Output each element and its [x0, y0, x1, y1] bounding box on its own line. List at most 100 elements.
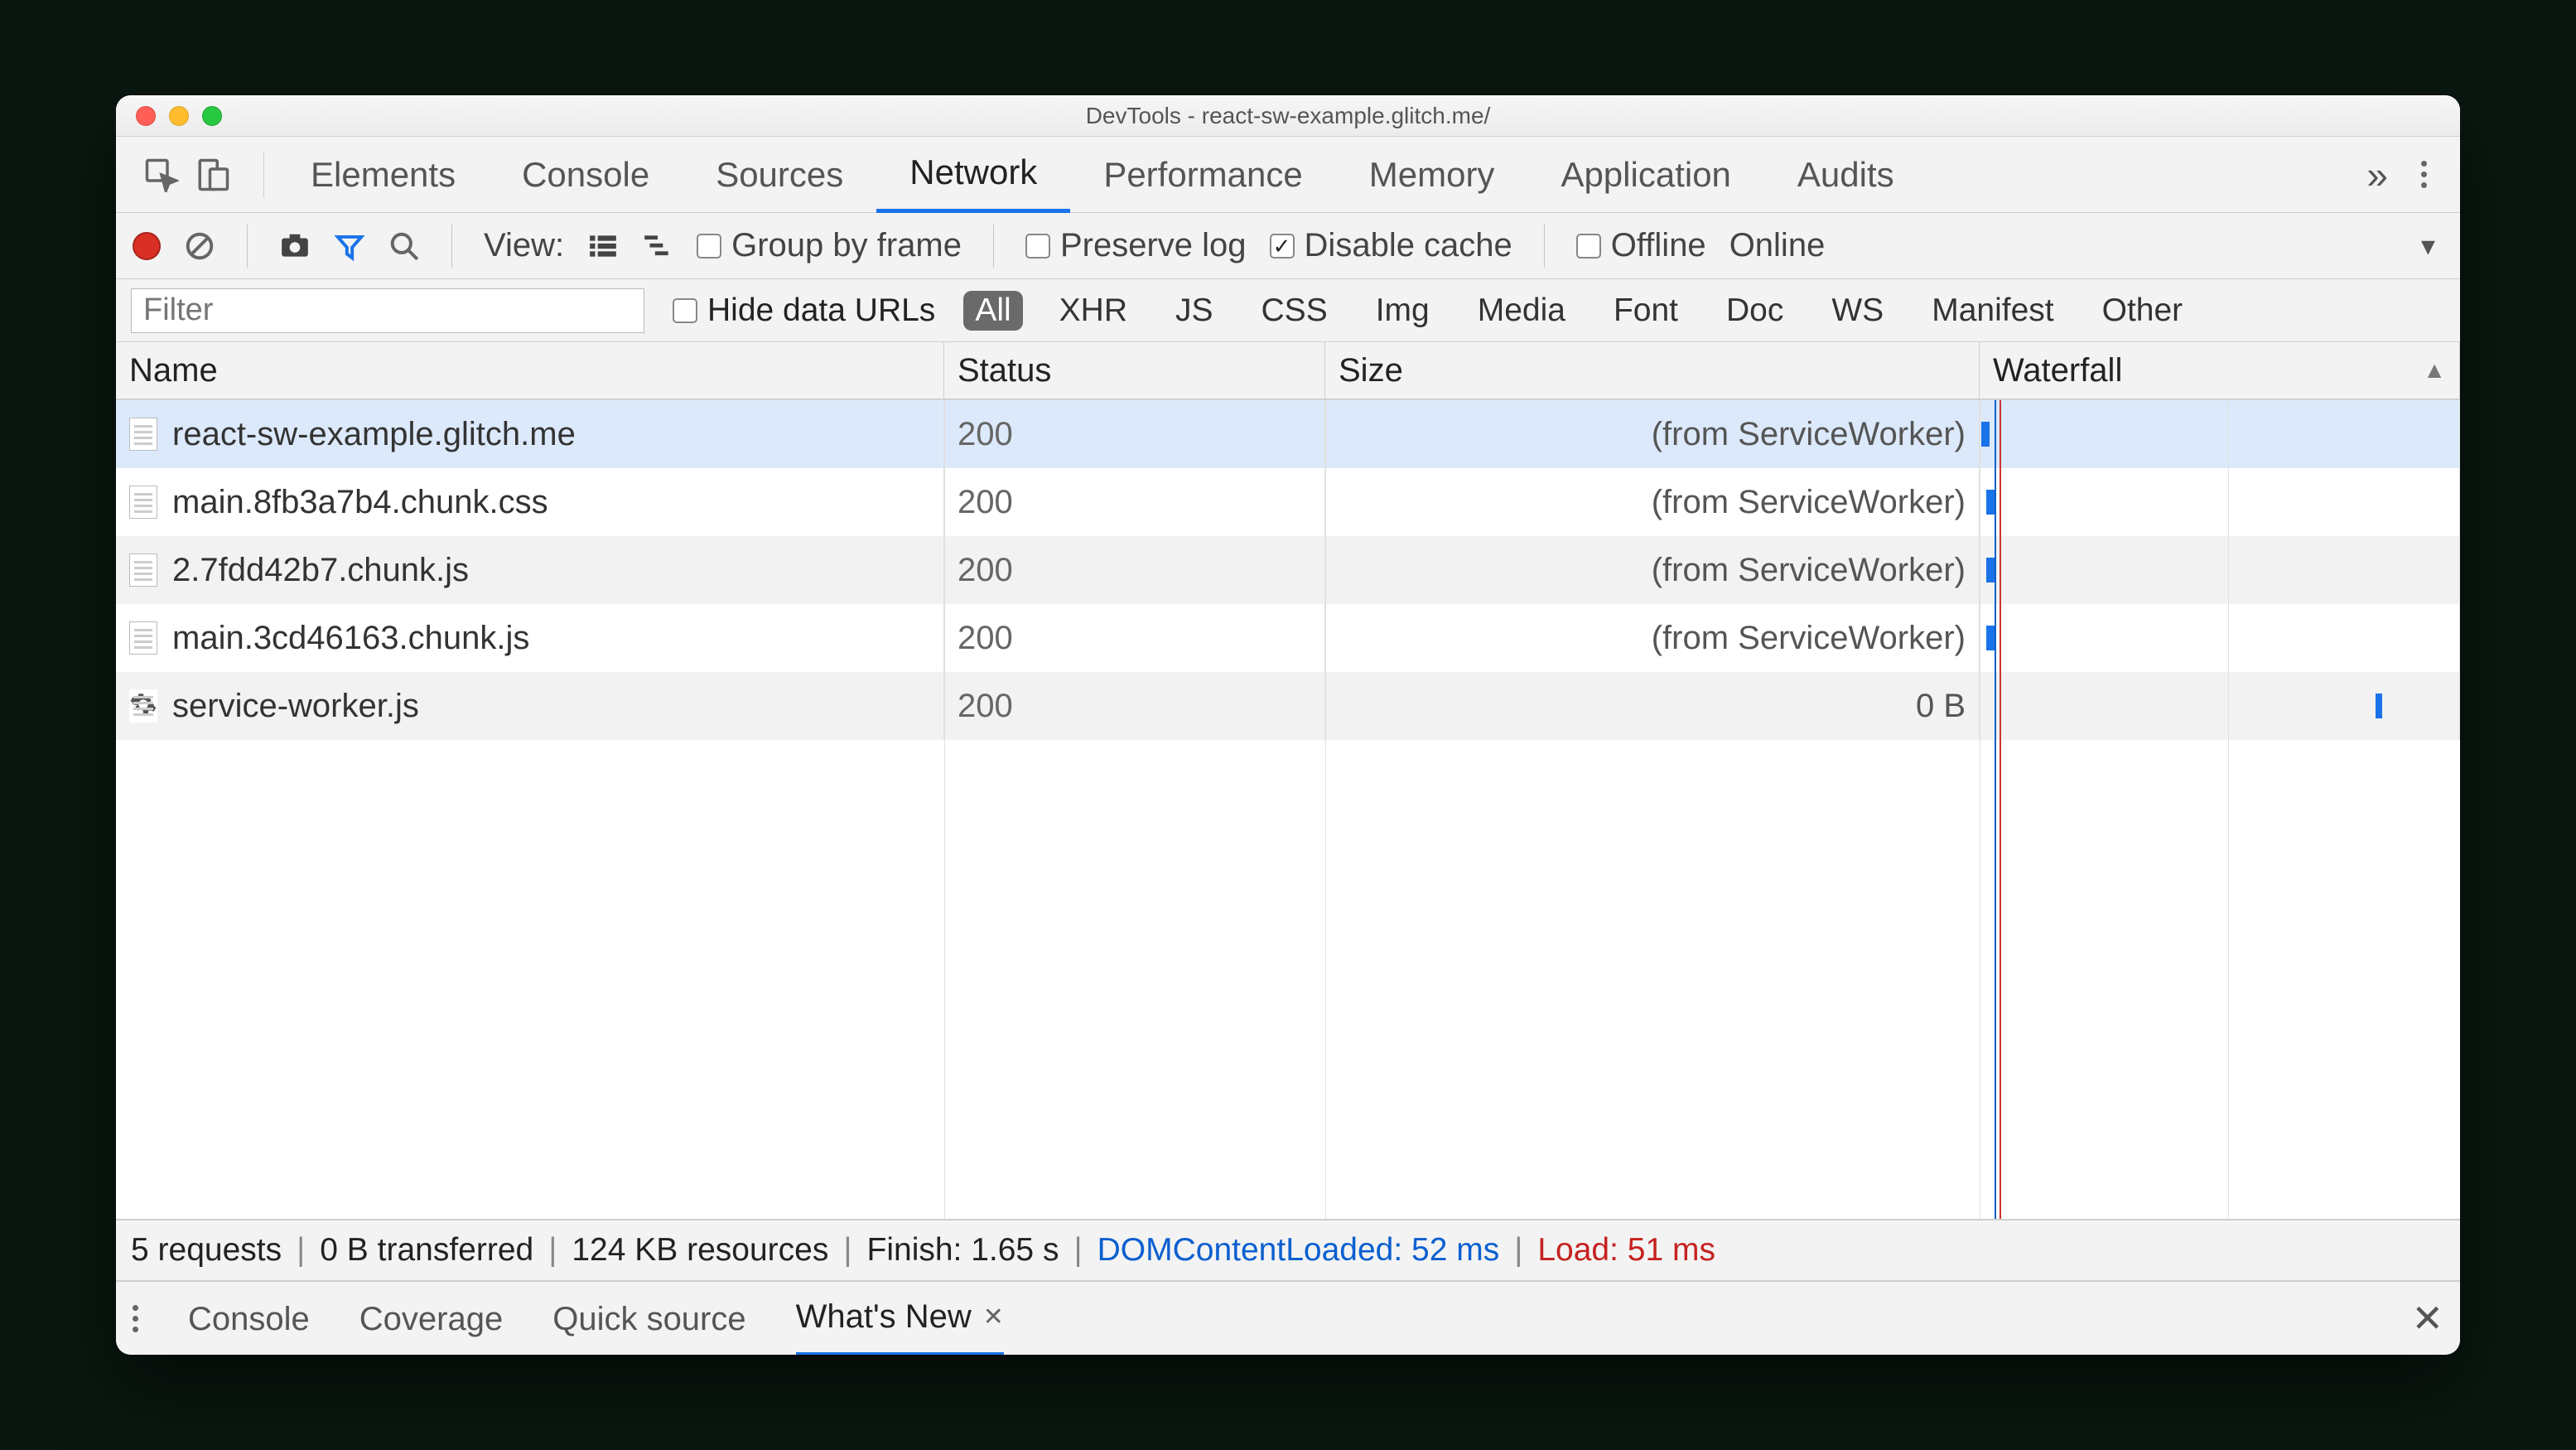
filter-type-font[interactable]: Font	[1602, 291, 1690, 331]
record-button[interactable]	[133, 232, 161, 260]
table-row[interactable]: main.3cd46163.chunk.js 200(from ServiceWo…	[116, 604, 2460, 672]
preserve-log-checkbox[interactable]: Preserve log	[1025, 227, 1247, 264]
request-waterfall	[1980, 468, 2460, 536]
inspect-element-icon[interactable]	[144, 157, 179, 192]
preserve-log-label: Preserve log	[1060, 227, 1247, 264]
offline-checkbox[interactable]: Offline	[1576, 227, 1706, 264]
column-header-name[interactable]: Name	[116, 342, 944, 399]
hide-data-urls-label: Hide data URLs	[707, 292, 935, 329]
drawer-tab-strip: Console Coverage Quick source What's New✕ ✕	[116, 1280, 2460, 1355]
filter-type-xhr[interactable]: XHR	[1048, 291, 1139, 331]
filter-bar: Hide data URLs All XHR JS CSS Img Media Font Do…	[116, 279, 2460, 342]
summary-finish: Finish: 1.65 s	[867, 1232, 1059, 1269]
file-icon	[129, 486, 157, 519]
request-size: (from ServiceWorker)	[1325, 400, 1980, 468]
online-label[interactable]: Online	[1729, 227, 1826, 264]
filter-type-all[interactable]: All	[963, 291, 1022, 331]
main-tab-network[interactable]: Network	[876, 137, 1070, 213]
large-rows-icon[interactable]	[587, 230, 619, 262]
hide-data-urls-checkbox[interactable]: Hide data URLs	[673, 292, 935, 329]
request-name: 2.7fdd42b7.chunk.js	[172, 552, 469, 589]
settings-kebab-icon[interactable]	[2421, 161, 2427, 188]
domcontentloaded-marker	[1995, 400, 1996, 1219]
request-size: (from ServiceWorker)	[1325, 468, 1980, 536]
request-name: main.8fb3a7b4.chunk.css	[172, 484, 548, 521]
main-tab-elements[interactable]: Elements	[277, 137, 489, 213]
waterfall-view-icon[interactable]	[642, 230, 673, 262]
request-size: (from ServiceWorker)	[1325, 536, 1980, 604]
table-row[interactable]: main.8fb3a7b4.chunk.css 200(from ServiceW…	[116, 468, 2460, 536]
filter-type-media[interactable]: Media	[1466, 291, 1577, 331]
summary-transferred: 0 B transferred	[320, 1232, 533, 1269]
main-tab-console[interactable]: Console	[489, 137, 683, 213]
disable-cache-checkbox[interactable]: Disable cache	[1270, 227, 1512, 264]
summary-bar: 5 requests| 0 B transferred| 124 KB reso…	[116, 1219, 2460, 1280]
offline-label: Offline	[1611, 227, 1706, 264]
view-label: View:	[484, 227, 564, 264]
table-row[interactable]: 2.7fdd42b7.chunk.js 200(from ServiceWorke…	[116, 536, 2460, 604]
filter-icon[interactable]	[334, 230, 365, 262]
group-by-frame-label: Group by frame	[731, 227, 962, 264]
sort-indicator-icon: ▲	[2423, 357, 2446, 384]
request-table: react-sw-example.glitch.me200(from Servi…	[116, 400, 2460, 1219]
main-tab-audits[interactable]: Audits	[1764, 137, 1927, 213]
filter-type-img[interactable]: Img	[1364, 291, 1441, 331]
table-row[interactable]: react-sw-example.glitch.me 200(from Servi…	[116, 400, 2460, 468]
window-titlebar: DevTools - react-sw-example.glitch.me/	[116, 95, 2460, 137]
network-toolbar: View: Group by frame Preserve log Disabl…	[116, 213, 2460, 279]
request-waterfall	[1980, 672, 2460, 740]
more-tabs-icon[interactable]: »	[2366, 152, 2388, 197]
filter-type-js[interactable]: JS	[1164, 291, 1225, 331]
column-header-status[interactable]: Status	[944, 342, 1325, 399]
column-header-waterfall[interactable]: Waterfall▲	[1980, 342, 2460, 399]
filter-type-doc[interactable]: Doc	[1715, 291, 1795, 331]
devtools-window: DevTools - react-sw-example.glitch.me/ E…	[116, 95, 2460, 1355]
request-status: 200	[944, 672, 1325, 740]
main-tab-application[interactable]: Application	[1527, 137, 1763, 213]
drawer-tab-console[interactable]: Console	[188, 1282, 310, 1355]
request-waterfall	[1980, 536, 2460, 604]
search-icon[interactable]	[388, 230, 420, 262]
device-toolbar-icon[interactable]	[195, 157, 230, 192]
clear-icon[interactable]	[184, 230, 215, 262]
main-tab-memory[interactable]: Memory	[1336, 137, 1528, 213]
summary-resources: 124 KB resources	[572, 1232, 828, 1269]
file-icon	[129, 553, 157, 587]
drawer-tab-close-icon[interactable]: ✕	[983, 1303, 1004, 1332]
request-waterfall	[1980, 400, 2460, 468]
request-status: 200	[944, 604, 1325, 672]
column-header-size[interactable]: Size	[1325, 342, 1980, 399]
drawer-menu-icon[interactable]	[133, 1305, 138, 1332]
request-name: service-worker.js	[172, 688, 419, 725]
filter-input[interactable]	[131, 288, 644, 333]
filter-type-ws[interactable]: WS	[1820, 291, 1895, 331]
table-row[interactable]: service-worker.js 2000 B	[116, 672, 2460, 740]
request-waterfall	[1980, 604, 2460, 672]
summary-load: Load: 51 ms	[1537, 1232, 1715, 1269]
main-tab-sources[interactable]: Sources	[683, 137, 876, 213]
main-tab-strip: ElementsConsoleSourcesNetworkPerformance…	[116, 137, 2460, 213]
drawer-close-icon[interactable]: ✕	[2411, 1296, 2443, 1341]
request-size: (from ServiceWorker)	[1325, 604, 1980, 672]
filter-type-manifest[interactable]: Manifest	[1920, 291, 2065, 331]
drawer-tab-what-s-new[interactable]: What's New✕	[796, 1282, 1004, 1355]
filter-type-other[interactable]: Other	[2091, 291, 2195, 331]
request-size: 0 B	[1325, 672, 1980, 740]
window-title: DevTools - react-sw-example.glitch.me/	[116, 103, 2460, 129]
summary-dcl: DOMContentLoaded: 52 ms	[1097, 1232, 1500, 1269]
drawer-tab-quick-source[interactable]: Quick source	[552, 1282, 745, 1355]
filter-type-css[interactable]: CSS	[1250, 291, 1339, 331]
request-status: 200	[944, 400, 1325, 468]
table-header: Name Status Size Waterfall▲	[116, 342, 2460, 400]
throttling-dropdown-icon[interactable]: ▾	[2421, 230, 2443, 263]
request-status: 200	[944, 468, 1325, 536]
screenshot-icon[interactable]	[279, 230, 311, 262]
group-by-frame-checkbox[interactable]: Group by frame	[697, 227, 962, 264]
gear-icon	[129, 689, 157, 723]
drawer-tab-coverage[interactable]: Coverage	[359, 1282, 503, 1355]
disable-cache-label: Disable cache	[1305, 227, 1512, 264]
request-status: 200	[944, 536, 1325, 604]
request-name: react-sw-example.glitch.me	[172, 416, 576, 453]
request-name: main.3cd46163.chunk.js	[172, 620, 529, 657]
main-tab-performance[interactable]: Performance	[1070, 137, 1335, 213]
